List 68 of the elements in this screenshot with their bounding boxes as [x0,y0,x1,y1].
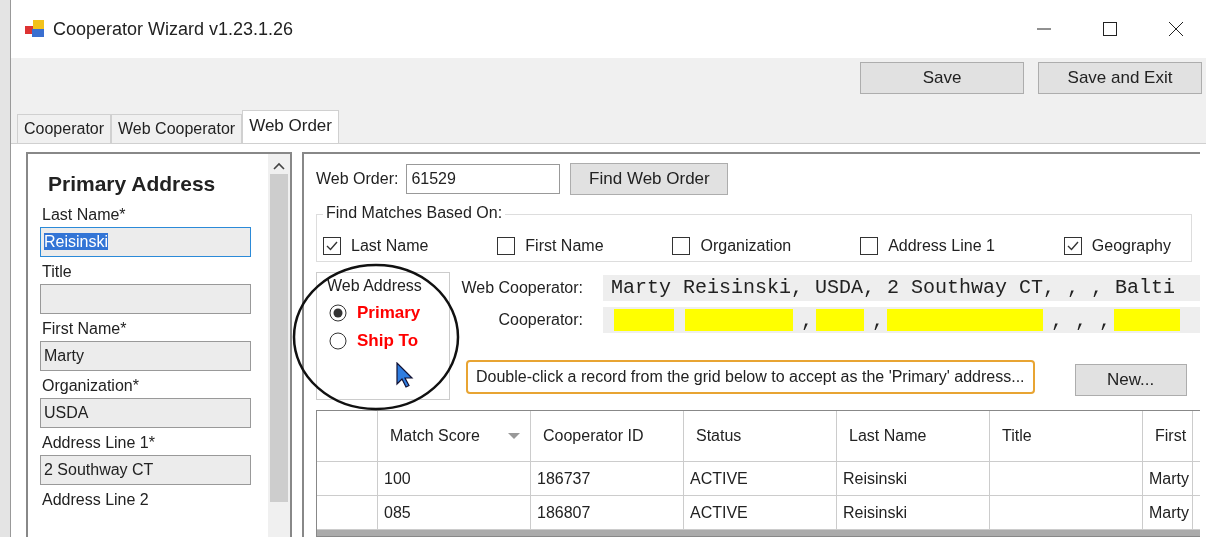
field-label: Address Line 2 [42,491,150,509]
checkbox-label: Last Name [351,237,429,255]
separator-text: , , , [1051,308,1112,332]
text-field[interactable]: Reisinski [40,227,251,257]
table-cell: 085 [378,496,531,529]
web-order-field[interactable]: 61529 [406,164,561,194]
column-header[interactable]: Title [990,411,1143,461]
field-label: Web Cooperator: [460,279,583,297]
find-button[interactable]: Find Web Order [570,163,729,195]
table-cell: ACTIVE [684,496,837,529]
sort-down-icon [508,433,520,439]
column-header[interactable]: Cooperator ID [531,411,684,461]
checkbox-label: Organization [700,237,792,255]
column-header[interactable]: Last Name [837,411,990,461]
section-heading: Primary Address [48,172,217,196]
separator-text: , [872,308,885,332]
app-icon [25,20,45,38]
radio-button[interactable] [329,304,347,322]
field-label: Web Order: [316,170,399,188]
radio-label: Primary [357,303,421,323]
group-title: Web Address [327,277,423,295]
column-header[interactable]: Match Score [378,411,531,461]
field-label: Last Name* [42,206,127,224]
separator-text: , [801,308,813,332]
checkbox[interactable] [497,237,516,255]
toolbar-button[interactable]: Save and Exit [1038,62,1202,94]
radio-button[interactable] [329,332,347,350]
checkbox[interactable] [1063,237,1082,255]
hint-message: Double-click a record from the grid below to accept as the 'Primary' address... [466,360,1035,394]
table-cell: Marty [1143,496,1193,529]
radio-label: Ship To [357,331,419,351]
checkbox[interactable] [860,237,879,255]
text-field[interactable]: Marty [40,341,251,371]
maximize-icon[interactable] [1102,21,1118,37]
scroll-thumb[interactable] [270,174,288,502]
tab[interactable]: Cooperator [17,114,112,143]
table-cell: 100 [378,462,531,495]
table-cell: ACTIVE [684,462,837,495]
table-cell: Reisinski [837,496,990,529]
tab[interactable]: Web Order [242,110,339,143]
table-cell: 186737 [531,462,684,495]
toolbar-button[interactable]: Save [860,62,1024,94]
text-field[interactable]: 2 Southway CT [40,455,251,485]
close-icon[interactable] [1168,21,1184,37]
text-field[interactable] [40,284,251,314]
window-title: Cooperator Wizard v1.23.1.26 [53,18,294,40]
web-cooperator-value: Marty Reisinski, USDA, 2 Southway CT, , , Balti [603,275,1200,301]
pointer-icon [395,362,414,389]
checkbox-label: First Name [525,237,604,255]
checkbox[interactable] [672,237,691,255]
column-header[interactable]: Status [684,411,837,461]
text-field[interactable]: USDA [40,398,251,428]
checkbox-label: Address Line 1 [888,237,995,255]
checkbox[interactable] [323,237,341,255]
field-label: Cooperator: [497,311,583,329]
column-header[interactable]: First [1143,411,1193,461]
field-label: Title [42,263,73,281]
table-cell: Reisinski [837,462,990,495]
scrollbar[interactable] [268,154,290,537]
field-label: First Name* [42,320,128,338]
new-button[interactable]: New... [1074,364,1187,396]
checkbox-label: Geography [1091,237,1171,255]
field-label: Organization* [42,377,140,395]
table-cell: 186807 [531,496,684,529]
tab[interactable]: Web Cooperator [111,114,243,143]
scroll-up-icon[interactable] [273,162,285,170]
table-cell: Marty [1143,462,1193,495]
field-label: Address Line 1* [42,434,156,452]
